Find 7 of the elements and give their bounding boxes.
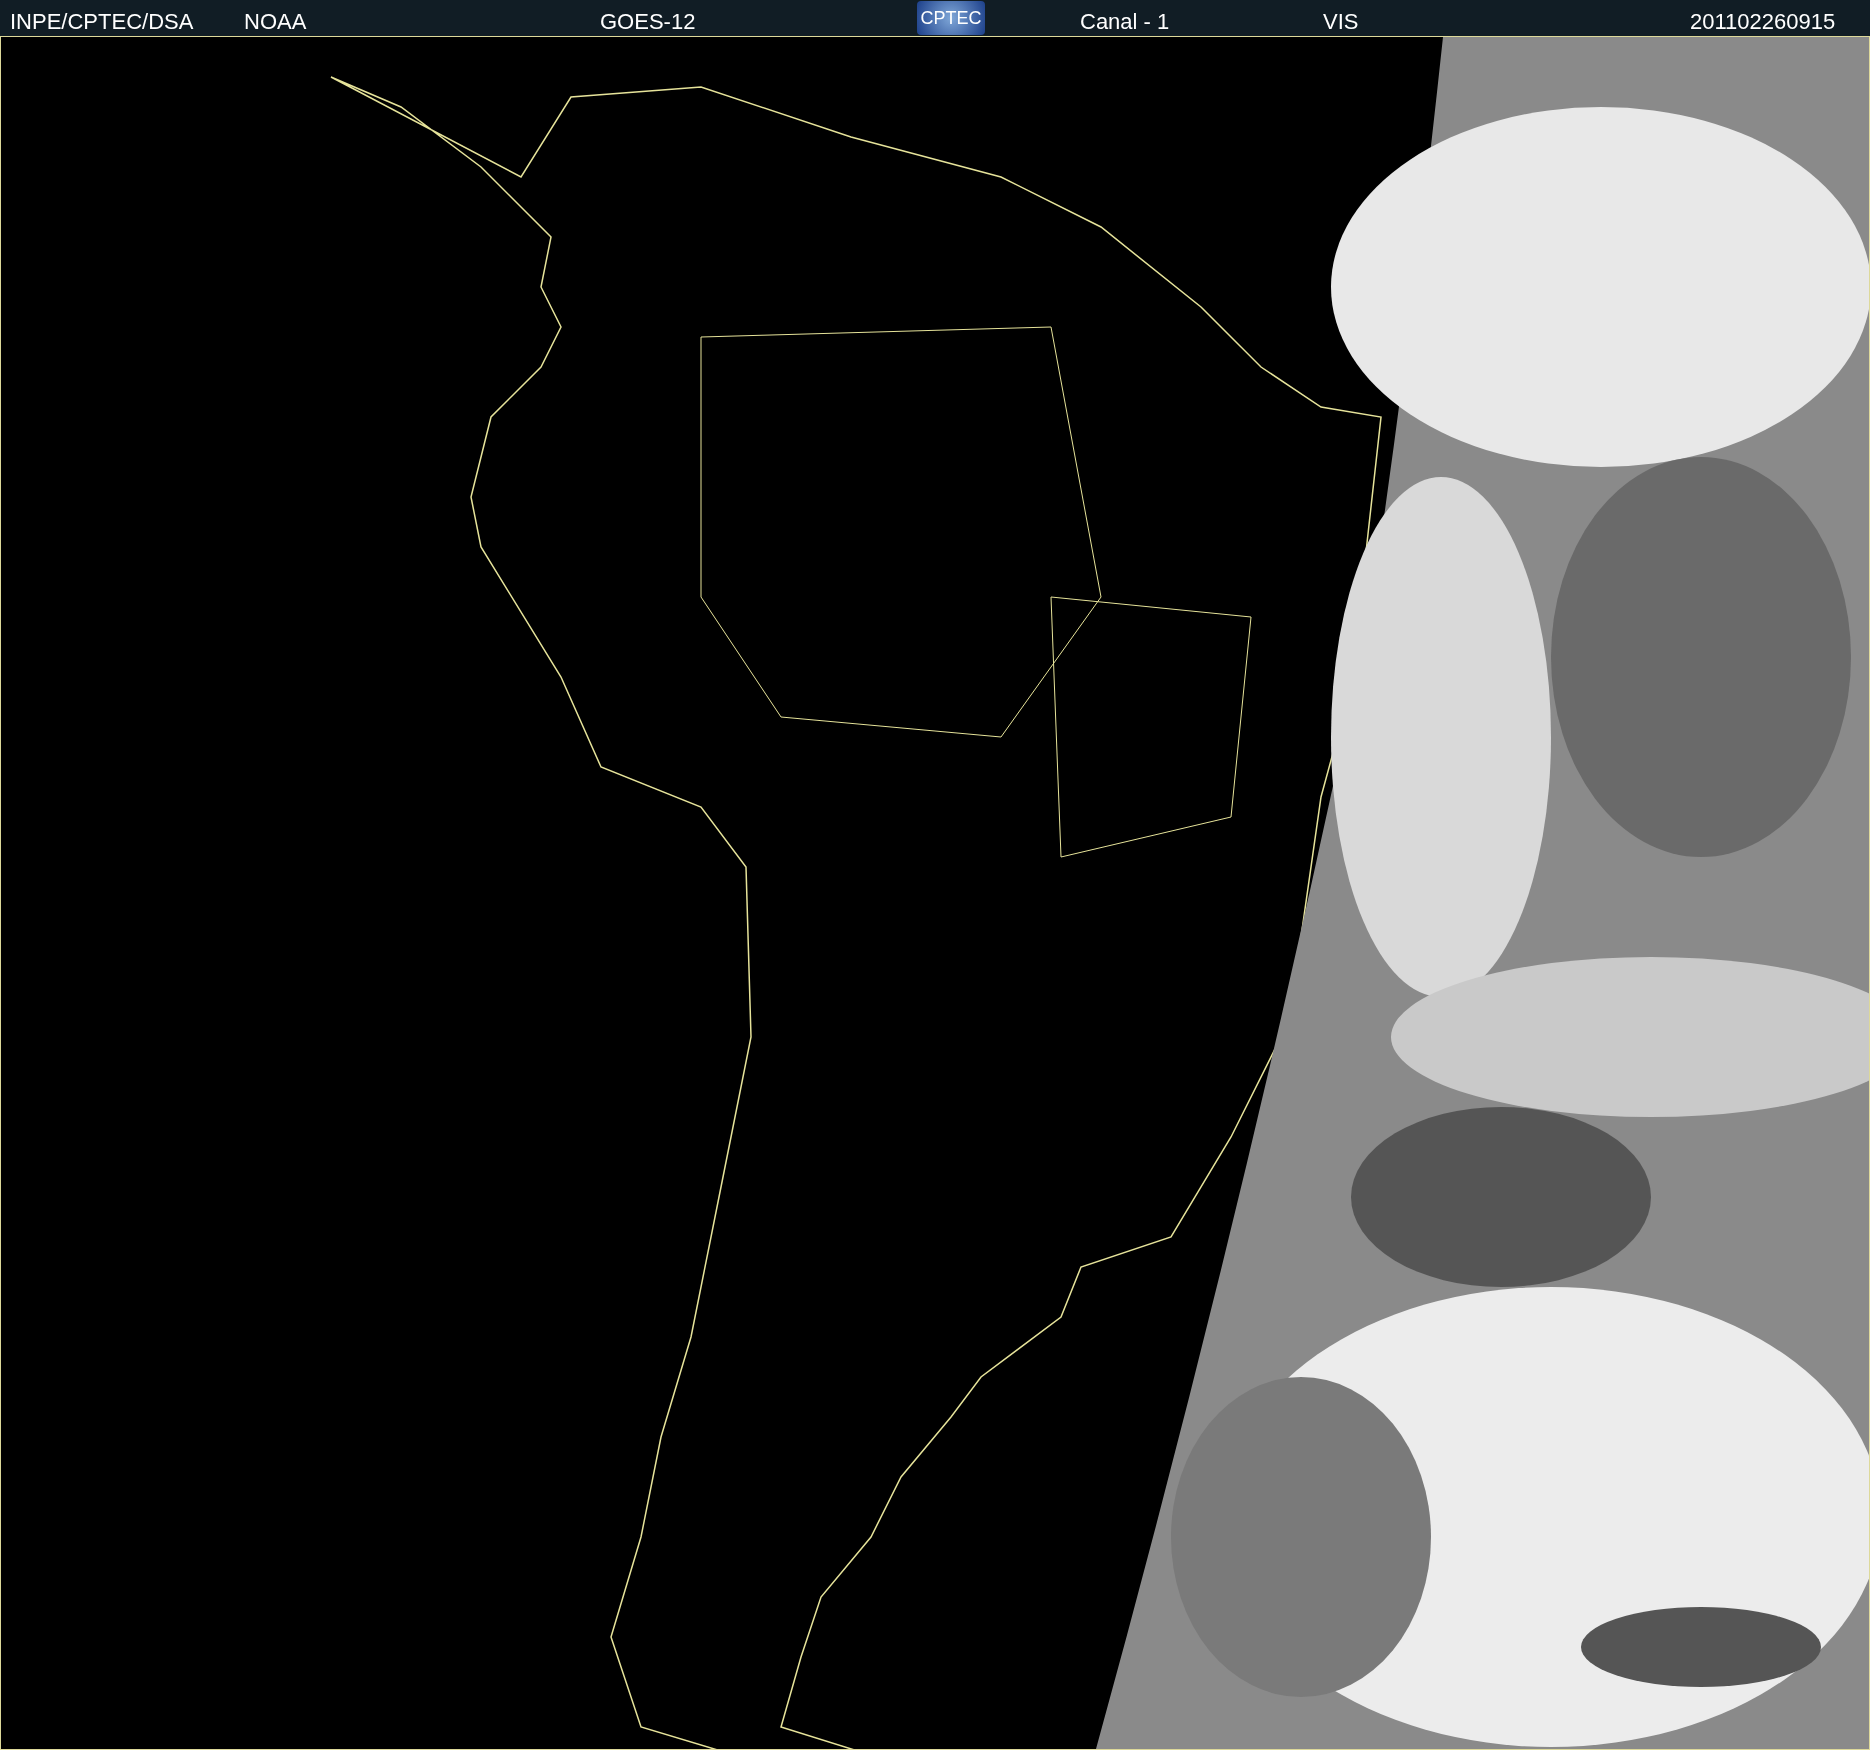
timestamp-label: 201102260915	[1690, 8, 1836, 36]
logo: CPTEC	[917, 1, 985, 35]
agency-label: NOAA	[244, 8, 307, 36]
band-label: VIS	[1323, 8, 1359, 36]
channel-label: Canal - 1	[1080, 8, 1170, 36]
satellite-label: GOES-12	[600, 8, 696, 36]
source-label: INPE/CPTEC/DSA	[10, 8, 194, 36]
